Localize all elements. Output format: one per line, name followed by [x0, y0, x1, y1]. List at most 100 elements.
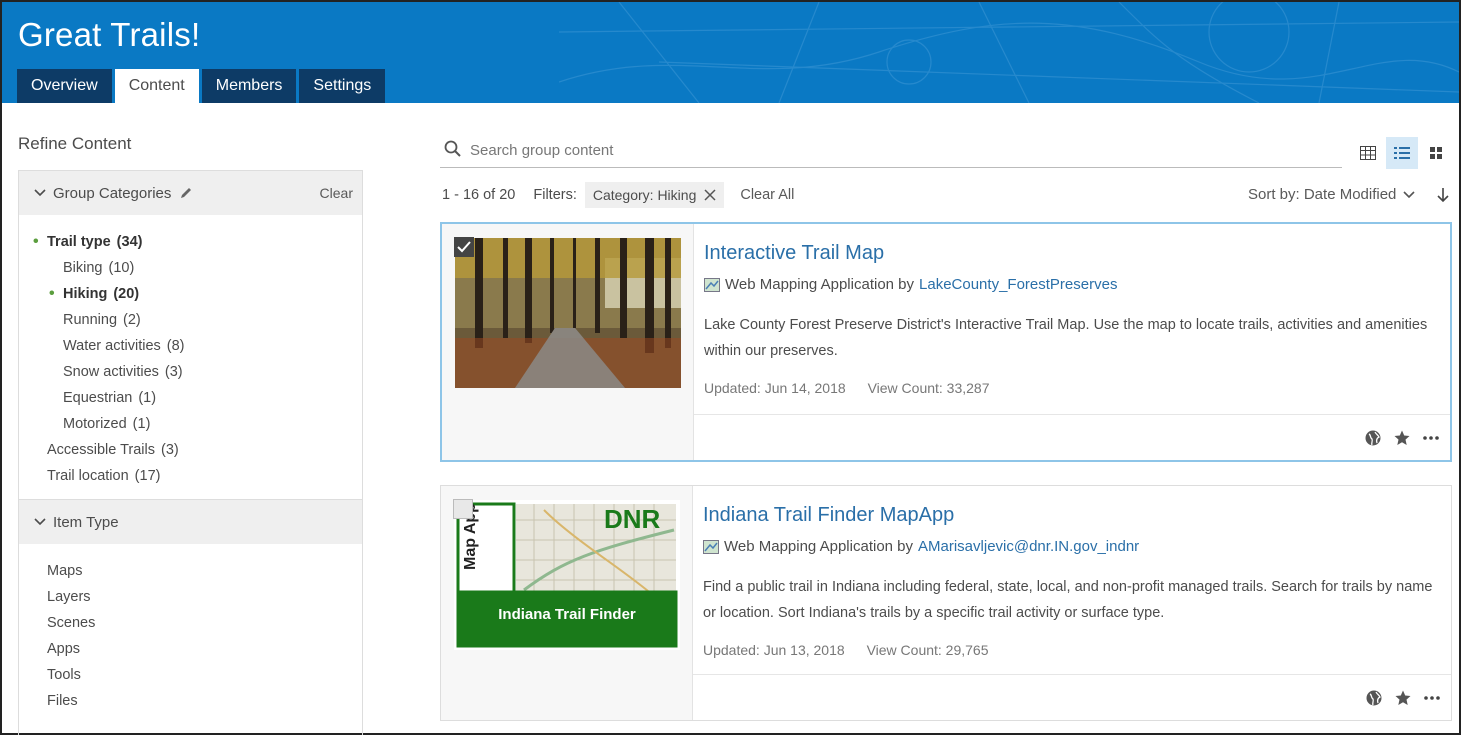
category-biking[interactable]: Biking (10) [19, 255, 362, 281]
category-label: Snow activities [63, 364, 159, 380]
category-trail-type[interactable]: Trail type (34) [19, 229, 362, 255]
web-app-icon [703, 539, 719, 554]
category-count: (20) [113, 286, 140, 302]
refine-sidebar: Group Categories Clear Trail type (34) Bi… [18, 170, 363, 735]
category-count: (1) [132, 416, 151, 432]
card-actions [1354, 689, 1441, 707]
filters-label: Filters: [533, 187, 577, 203]
group-categories-header[interactable]: Group Categories Clear [19, 171, 362, 215]
star-icon[interactable] [1393, 429, 1411, 447]
category-count: (8) [166, 338, 185, 354]
updated-date: Updated: Jun 13, 2018 [703, 642, 845, 658]
card-footer [694, 414, 1450, 460]
globe-icon[interactable] [1364, 429, 1382, 447]
globe-icon[interactable] [1365, 689, 1383, 707]
clear-all-button[interactable]: Clear All [740, 187, 794, 203]
result-count: 1 - 16 of 20 [442, 187, 516, 203]
item-title-link[interactable]: Indiana Trail Finder MapApp [703, 504, 954, 527]
view-toggle [1352, 137, 1454, 169]
item-type-list: Maps Layers Scenes Apps Tools Files [19, 544, 362, 714]
item-type-line: Web Mapping Application by AMarisavljevi… [703, 538, 1139, 555]
updated-date: Updated: Jun 14, 2018 [704, 380, 846, 396]
card-thumbnail-panel [442, 224, 694, 460]
category-list: Trail type (34) Biking (10) Hiking (20) Run… [19, 215, 362, 499]
card-actions [1353, 429, 1440, 447]
grid-view-button[interactable] [1420, 137, 1452, 169]
filter-chip-hiking[interactable]: Category: Hiking [584, 182, 725, 208]
trail-forest-thumbnail[interactable] [455, 238, 681, 388]
tab-overview[interactable]: Overview [17, 69, 112, 103]
item-type-tools[interactable]: Tools [19, 662, 362, 688]
item-type-text: Web Mapping Application by [725, 276, 915, 293]
category-running[interactable]: Running (2) [19, 307, 362, 333]
category-hiking[interactable]: Hiking (20) [19, 281, 362, 307]
item-checkbox[interactable] [454, 237, 474, 257]
category-label: Biking [63, 260, 103, 276]
more-options-icon[interactable] [1423, 689, 1441, 707]
results-summary: 1 - 16 of 20 Filters: Category: Hiking C… [442, 182, 794, 208]
more-options-icon[interactable] [1422, 429, 1440, 447]
search-input[interactable] [470, 136, 1330, 164]
category-count: (1) [138, 390, 157, 406]
sort-dropdown[interactable]: Sort by: Date Modified [1248, 186, 1416, 203]
category-motorized[interactable]: Motorized (1) [19, 411, 362, 437]
category-label: Motorized [63, 416, 127, 432]
content-card: Map App DNR Indiana Trail Finder Indiana… [440, 485, 1452, 721]
search-bar [440, 134, 1342, 168]
item-type-header[interactable]: Item Type [19, 500, 362, 544]
item-type-maps[interactable]: Maps [19, 558, 362, 584]
star-icon[interactable] [1394, 689, 1412, 707]
chevron-down-icon [1403, 190, 1415, 198]
category-label: Trail type [33, 233, 111, 251]
item-type-layers[interactable]: Layers [19, 584, 362, 610]
page-title: Great Trails! [18, 16, 201, 53]
item-type-label: Item Type [53, 513, 119, 531]
grid-icon [1430, 147, 1442, 159]
item-description: Find a public trail in Indiana including… [703, 579, 1433, 621]
list-icon [1394, 147, 1410, 159]
category-equestrian[interactable]: Equestrian (1) [19, 385, 362, 411]
clear-categories-button[interactable]: Clear [320, 185, 353, 201]
category-count: (2) [123, 312, 141, 328]
content-card: Interactive Trail Map Web Mapping Applic… [440, 222, 1452, 462]
indiana-trail-finder-thumbnail[interactable]: Map App DNR Indiana Trail Finder [454, 500, 680, 650]
sort-label: Sort by: Date Modified [1248, 186, 1397, 203]
category-count: (3) [160, 442, 179, 458]
category-label: Water activities [63, 338, 161, 354]
chevron-down-icon [34, 189, 46, 197]
pencil-icon[interactable] [179, 186, 193, 200]
item-title-link[interactable]: Interactive Trail Map [704, 242, 884, 265]
header-map-pattern [559, 2, 1459, 103]
category-label: Trail location [47, 468, 129, 484]
tab-content[interactable]: Content [114, 69, 199, 103]
item-meta: Updated: Jun 13, 2018 View Count: 29,765 [703, 642, 1007, 658]
tab-members[interactable]: Members [201, 69, 297, 103]
close-icon[interactable] [704, 189, 716, 201]
category-count: (34) [116, 234, 143, 250]
category-snow-activities[interactable]: Snow activities (3) [19, 359, 362, 385]
table-view-button[interactable] [1352, 137, 1384, 169]
item-type-scenes[interactable]: Scenes [19, 610, 362, 636]
category-count: (17) [134, 468, 161, 484]
sort-direction-icon[interactable] [1436, 187, 1450, 203]
owner-link[interactable]: AMarisavljevic@dnr.IN.gov_indnr [918, 538, 1139, 555]
tab-bar: Overview Content Members Settings [17, 69, 388, 103]
item-checkbox[interactable] [453, 499, 473, 519]
owner-link[interactable]: LakeCounty_ForestPreserves [919, 276, 1117, 293]
category-trail-location[interactable]: Trail location (17) [19, 463, 362, 489]
search-icon [444, 140, 461, 157]
item-type-text: Web Mapping Application by [724, 538, 914, 555]
category-water-activities[interactable]: Water activities (8) [19, 333, 362, 359]
group-categories-label: Group Categories [53, 184, 172, 202]
item-type-line: Web Mapping Application by LakeCounty_Fo… [704, 276, 1117, 293]
card-thumbnail-panel: Map App DNR Indiana Trail Finder [441, 486, 693, 720]
category-count: (3) [164, 364, 183, 380]
category-label: Accessible Trails [47, 442, 155, 458]
item-type-apps[interactable]: Apps [19, 636, 362, 662]
item-description: Lake County Forest Preserve District's I… [704, 317, 1428, 359]
tab-settings[interactable]: Settings [299, 69, 386, 103]
category-accessible-trails[interactable]: Accessible Trails (3) [19, 437, 362, 463]
item-type-files[interactable]: Files [19, 688, 362, 714]
list-view-button[interactable] [1386, 137, 1418, 169]
item-meta: Updated: Jun 14, 2018 View Count: 33,287 [704, 380, 1008, 396]
